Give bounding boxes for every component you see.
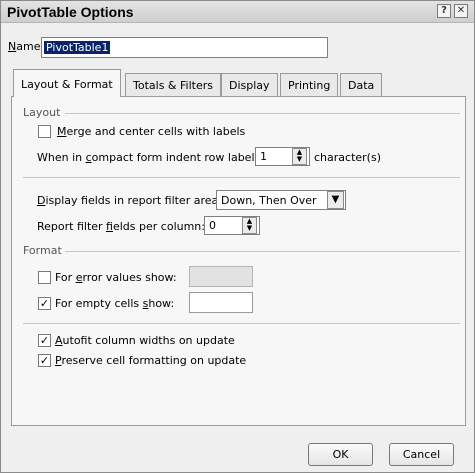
- autofit-label[interactable]: Autofit column widths on update: [55, 334, 235, 347]
- filter-area-label: Display fields in report filter area:: [37, 194, 222, 207]
- chevron-down-icon[interactable]: ▼: [327, 191, 344, 209]
- layout-divider: [65, 113, 460, 114]
- indent-spinner[interactable]: ▲ ▼: [292, 148, 307, 165]
- close-icon[interactable]: ✕: [454, 4, 468, 18]
- tab-totals-filters[interactable]: Totals & Filters: [125, 73, 221, 96]
- spin-down-icon[interactable]: ▼: [247, 224, 252, 232]
- ok-button[interactable]: OK: [308, 443, 373, 466]
- fields-per-column-label: Report filter fields per column:: [37, 220, 205, 233]
- empty-cells-input[interactable]: [189, 292, 253, 313]
- format-section-heading: Format: [23, 244, 62, 257]
- empty-cells-label[interactable]: For empty cells show:: [55, 297, 174, 310]
- merge-cells-label[interactable]: Merge and center cells with labels: [57, 125, 245, 138]
- format-divider: [65, 251, 460, 252]
- name-value: PivotTable1: [44, 41, 111, 54]
- merge-cells-checkbox[interactable]: [38, 125, 51, 138]
- indent-suffix: character(s): [314, 151, 381, 164]
- name-label: Name:: [8, 40, 45, 53]
- pivottable-options-dialog: PivotTable Options ? ✕ Name: PivotTable1…: [0, 0, 475, 473]
- error-values-checkbox[interactable]: [38, 271, 51, 284]
- layout-section-heading: Layout: [23, 106, 61, 119]
- tab-data[interactable]: Data: [340, 73, 383, 96]
- preserve-formatting-label[interactable]: Preserve cell formatting on update: [55, 354, 246, 367]
- title-bar[interactable]: PivotTable Options ? ✕: [1, 1, 474, 23]
- tab-display[interactable]: Display: [221, 73, 278, 96]
- error-values-input[interactable]: [189, 266, 253, 287]
- name-input[interactable]: PivotTable1: [41, 37, 328, 58]
- tab-printing[interactable]: Printing: [280, 73, 339, 96]
- tab-layout-format[interactable]: Layout & Format: [13, 69, 121, 97]
- format-mid-divider: [23, 323, 460, 324]
- autofit-checkbox[interactable]: ✓: [38, 334, 51, 347]
- empty-cells-checkbox[interactable]: ✓: [38, 297, 51, 310]
- indent-label: When in compact form indent row labels:: [37, 151, 264, 164]
- help-icon[interactable]: ?: [437, 4, 451, 18]
- cancel-button[interactable]: Cancel: [389, 443, 454, 466]
- fields-per-column-spinner[interactable]: ▲ ▼: [242, 217, 257, 234]
- dialog-title: PivotTable Options: [7, 4, 134, 20]
- tab-panel: [11, 96, 466, 426]
- layout-mid-divider: [23, 177, 460, 178]
- preserve-formatting-checkbox[interactable]: ✓: [38, 354, 51, 367]
- spin-down-icon[interactable]: ▼: [297, 155, 302, 163]
- error-values-label[interactable]: For error values show:: [55, 271, 177, 284]
- filter-area-value: Down, Then Over: [221, 194, 317, 207]
